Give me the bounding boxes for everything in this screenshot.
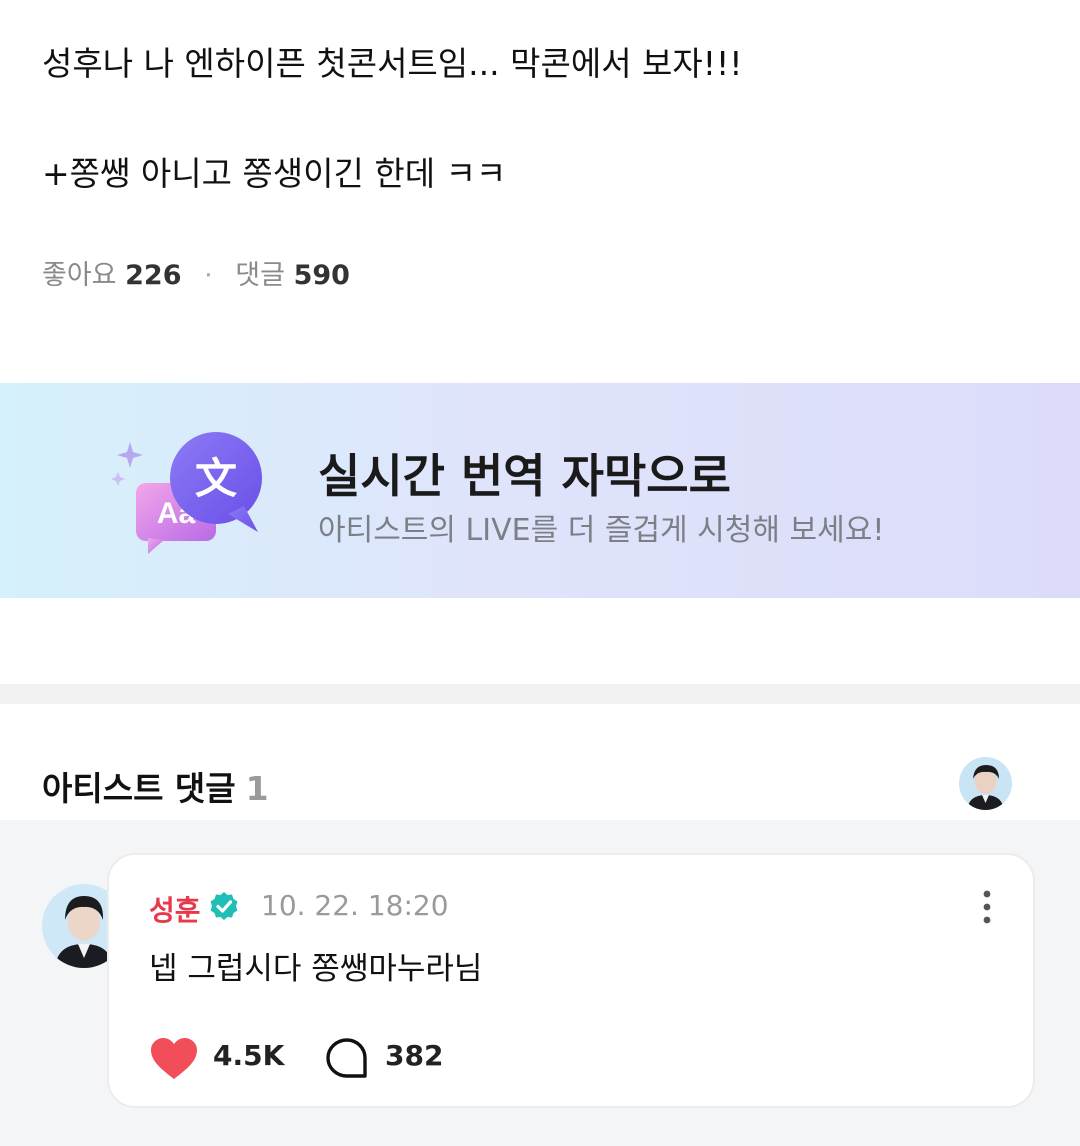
banner-subtitle: 아티스트의 LIVE를 더 즐겁게 시청해 보세요!: [318, 513, 885, 548]
translation-banner[interactable]: Aa 文 실시간 번역 자막으로 아티스트의 LIVE를 더 즐겁게 시청해 보…: [0, 383, 1080, 598]
section-count: 1: [245, 769, 269, 808]
verified-badge-icon: [210, 892, 238, 920]
speech-bubble-icon[interactable]: [325, 1037, 369, 1081]
artist-comments-header: 아티스트 댓글 1: [0, 704, 1080, 820]
comment-card: 성훈 10. 22. 18:20 넵 그럽시다 쫑쌩마누라님 4.5K 382: [107, 853, 1035, 1108]
comments-count[interactable]: 590: [294, 260, 350, 291]
translate-icon-glyph: 文: [195, 454, 237, 503]
section-title: 아티스트 댓글 1: [42, 762, 269, 810]
stats-separator: ·: [204, 260, 213, 291]
comment-like-count: 4.5K: [213, 1039, 285, 1072]
comment-text: 넵 그럽시다 쫑쌩마누라님: [149, 951, 483, 987]
likes-count[interactable]: 226: [125, 260, 181, 291]
section-divider: [0, 684, 1080, 704]
more-vertical-icon[interactable]: [977, 889, 997, 925]
translate-icon: Aa 文: [111, 432, 262, 554]
post-stats: 좋아요 226 · 댓글 590: [42, 257, 350, 295]
spacer: [0, 598, 1080, 684]
comment-author-name[interactable]: 성훈: [149, 889, 201, 929]
comment-timestamp: 10. 22. 18:20: [261, 889, 449, 922]
comment-reply-count: 382: [385, 1039, 444, 1072]
post-content: 성후나 나 엔하이픈 첫콘서트임... 막콘에서 보자!!! +쫑쌩 아니고 쫑…: [0, 0, 1080, 383]
section-title-label: 아티스트 댓글: [42, 769, 236, 808]
artist-avatar-button[interactable]: [959, 757, 1012, 810]
post-text-line-1: 성후나 나 엔하이픈 첫콘서트임... 막콘에서 보자!!!: [42, 44, 743, 83]
avatar: [959, 757, 1012, 810]
comments-area: 성훈 10. 22. 18:20 넵 그럽시다 쫑쌩마누라님 4.5K 382: [0, 820, 1080, 1146]
likes-label: 좋아요: [42, 260, 117, 291]
heart-icon[interactable]: [149, 1037, 199, 1081]
post-text-line-2: +쫑쌩 아니고 쫑생이긴 한데 ㅋㅋ: [42, 154, 507, 193]
banner-title: 실시간 번역 자막으로: [318, 449, 731, 503]
comments-label: 댓글: [235, 260, 285, 291]
